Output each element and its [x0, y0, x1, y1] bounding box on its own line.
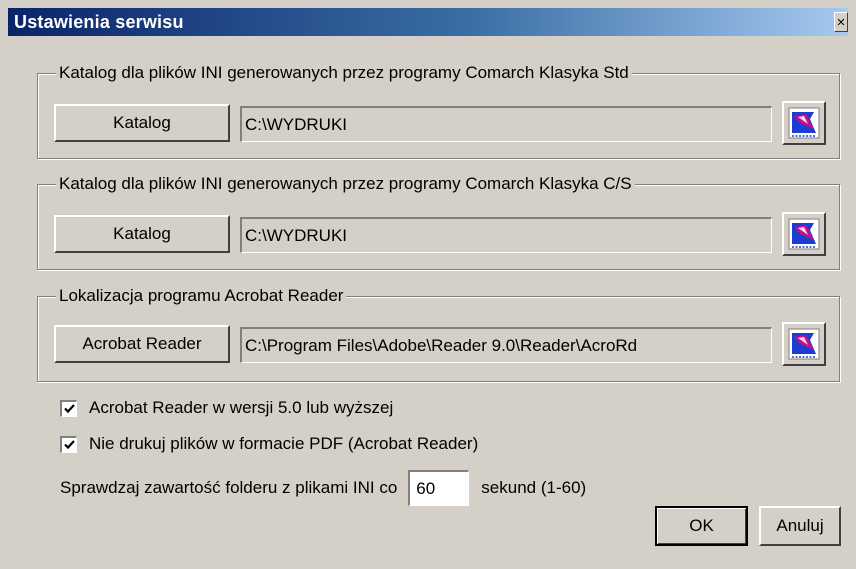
std-directory-browse-button[interactable] [782, 101, 826, 145]
acrobat-reader-path: C:\Program Files\Adobe\Reader 9.0\Reader… [240, 327, 772, 363]
interval-suffix-label: sekund (1-60) [481, 478, 587, 497]
cs-directory-path: C:\WYDRUKI [240, 217, 772, 253]
std-directory-button[interactable]: Katalog [54, 104, 230, 142]
acrobat-reader-browse-button[interactable] [782, 322, 826, 366]
interval-input[interactable] [408, 470, 470, 506]
cs-directory-button[interactable]: Katalog [54, 215, 230, 253]
directory-browse-icon [788, 218, 820, 250]
checkmark-icon [63, 404, 75, 414]
interval-row: Sprawdzaj zawartość folderu z plikami IN… [60, 470, 586, 506]
acrobat-reader-button[interactable]: Acrobat Reader [54, 325, 230, 363]
acrobat-v5-checkbox[interactable] [60, 399, 77, 417]
close-button[interactable]: × [834, 12, 848, 32]
directory-browse-icon [788, 107, 820, 139]
ok-button[interactable]: OK [655, 506, 748, 546]
group-acrobat-location: Lokalizacja programu Acrobat Reader Acro… [37, 285, 840, 382]
acrobat-v5-label: Acrobat Reader w wersji 5.0 lub wyższej [89, 398, 394, 417]
group-std-directory: Katalog dla plików INI generowanych prze… [37, 62, 840, 159]
title-bar[interactable]: Ustawienia serwisu × [8, 8, 848, 36]
checkmark-icon [63, 440, 75, 450]
interval-prefix-label: Sprawdzaj zawartość folderu z plikami IN… [60, 478, 398, 497]
group-acrobat-legend: Lokalizacja programu Acrobat Reader [56, 285, 347, 307]
close-icon: × [836, 14, 846, 31]
no-pdf-print-label: Nie drukuj plików w formacie PDF (Acroba… [89, 434, 479, 453]
window-title: Ustawienia serwisu [14, 12, 184, 32]
cancel-button[interactable]: Anuluj [759, 506, 841, 546]
option-no-pdf-print[interactable]: Nie drukuj plików w formacie PDF (Acroba… [60, 432, 478, 456]
group-cs-legend: Katalog dla plików INI generowanych prze… [56, 173, 635, 195]
settings-dialog: Ustawienia serwisu × Katalog dla plików … [0, 0, 856, 569]
file-browse-icon [788, 328, 820, 360]
option-acrobat-v5[interactable]: Acrobat Reader w wersji 5.0 lub wyższej [60, 396, 393, 420]
cs-directory-browse-button[interactable] [782, 212, 826, 256]
group-std-legend: Katalog dla plików INI generowanych prze… [56, 62, 632, 84]
std-directory-path: C:\WYDRUKI [240, 106, 772, 142]
no-pdf-print-checkbox[interactable] [60, 435, 77, 453]
group-cs-directory: Katalog dla plików INI generowanych prze… [37, 173, 840, 270]
